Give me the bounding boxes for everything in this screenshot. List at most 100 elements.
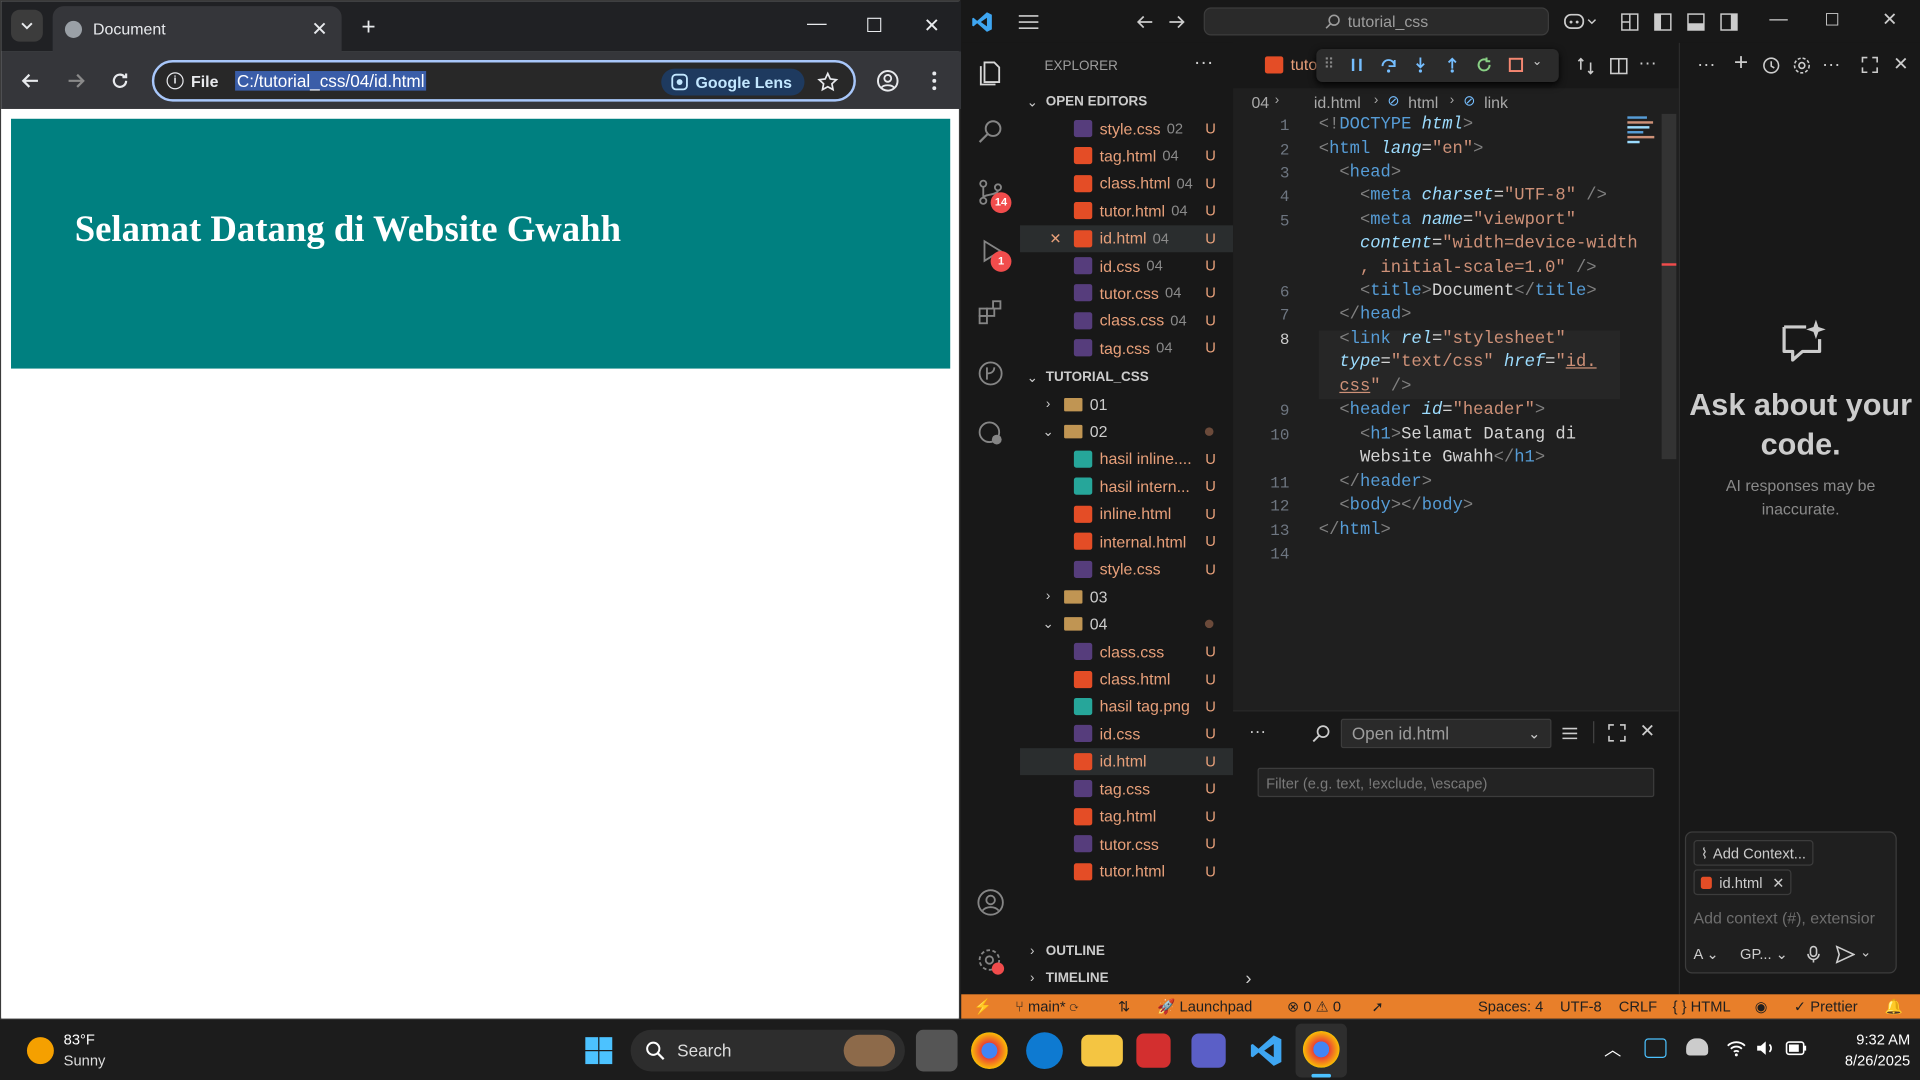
new-chat-icon[interactable]: + (1734, 49, 1748, 77)
notifications-bell-icon[interactable]: 🔔 (1885, 998, 1903, 1015)
chevron-right-icon[interactable]: › (1245, 969, 1251, 990)
cloud-sync-icon[interactable] (1686, 1038, 1709, 1056)
vs-minimize-button[interactable]: — (1769, 9, 1787, 30)
outline-header[interactable]: › OUTLINE (1020, 938, 1233, 965)
battery-icon[interactable] (1785, 1041, 1807, 1056)
copilot-icon[interactable] (1564, 11, 1598, 31)
google-lens-button[interactable]: Google Lens (661, 68, 805, 96)
file-row[interactable]: hasil intern... U (1020, 473, 1233, 500)
volume-icon[interactable] (1756, 1040, 1776, 1057)
file-row[interactable]: internal.html U (1020, 528, 1233, 555)
breadcrumb-folder[interactable]: 04 (1251, 93, 1269, 111)
folder-row[interactable]: › 03 (1020, 583, 1233, 610)
source-control-item[interactable]: 14 (961, 178, 1020, 215)
microphone-icon[interactable] (1806, 945, 1821, 963)
accounts-icon[interactable] (976, 888, 1005, 917)
maximize-panel-icon[interactable] (1608, 724, 1626, 742)
step-out-icon[interactable] (1444, 56, 1461, 73)
taskbar-search-box[interactable]: Search (630, 1029, 905, 1072)
clock-time[interactable]: 9:32 AM (1812, 1031, 1910, 1048)
step-over-icon[interactable] (1380, 56, 1397, 73)
open-editors-header[interactable]: ⌄ OPEN EDITORS (1020, 88, 1233, 115)
file-row[interactable]: tutor.html 04 U (1020, 197, 1233, 224)
file-row[interactable]: tutor.css 04 U (1020, 280, 1233, 307)
send-icon[interactable] (1835, 945, 1856, 964)
close-editor-icon[interactable]: ✕ (1049, 230, 1061, 247)
chevron-down-icon[interactable]: ⌄ (1860, 944, 1871, 960)
chat-input[interactable]: Add context (#), extensior (1693, 909, 1891, 927)
run-debug-item[interactable]: 1 (961, 236, 1020, 273)
problems-item[interactable]: ⊗ 0 ⚠ 0 (1287, 998, 1341, 1015)
remote-indicator-icon[interactable]: ⚡ (973, 998, 991, 1015)
file-row[interactable]: tag.css 04 U (1020, 335, 1233, 362)
clock-date[interactable]: 8/26/2025 (1812, 1052, 1910, 1069)
chrome-active-taskbar-item[interactable] (1295, 1023, 1347, 1078)
launchpad-item[interactable]: 🚀 Launchpad (1157, 998, 1252, 1015)
site-info-icon[interactable]: i (166, 72, 184, 90)
restart-icon[interactable] (1476, 56, 1493, 73)
close-chat-icon[interactable]: ✕ (1893, 53, 1908, 75)
file-row[interactable]: tag.css U (1020, 775, 1233, 802)
profile-icon[interactable] (876, 69, 900, 93)
explorer-more-icon[interactable]: ··· (1194, 53, 1214, 75)
compare-changes-icon[interactable] (1576, 56, 1596, 76)
customize-layout-icon[interactable] (1620, 12, 1640, 32)
back-icon[interactable] (18, 69, 42, 93)
menu-icon[interactable] (1018, 13, 1040, 30)
git-fetch-icon[interactable]: ⇅ (1118, 998, 1130, 1015)
drag-handle-icon[interactable]: ⠿ (1324, 55, 1335, 72)
folder-row[interactable]: ⌄ 02 (1020, 418, 1233, 445)
timeline-header[interactable]: › TIMELINE (1020, 965, 1233, 992)
folder-row[interactable]: ⌄ 04 (1020, 611, 1233, 638)
minimize-button[interactable]: — (798, 13, 835, 35)
context-chip[interactable]: id.html ✕ (1693, 869, 1792, 896)
weather-temp[interactable]: 83°F (64, 1031, 95, 1048)
toggle-sidebar-icon[interactable] (1653, 12, 1673, 32)
browser-tab-document[interactable]: Document ✕ (52, 6, 342, 52)
close-tab-icon[interactable]: ✕ (307, 17, 331, 41)
file-row[interactable]: id.html 04 U ✕ (1020, 224, 1234, 252)
file-row[interactable]: hasil inline.... U (1020, 446, 1233, 473)
edge-taskbar-icon[interactable] (1026, 1032, 1063, 1069)
add-context-button[interactable]: ⌇ Add Context... (1693, 840, 1814, 866)
word-wrap-icon[interactable] (1560, 724, 1580, 744)
file-row[interactable]: tag.html 04 U (1020, 143, 1233, 170)
language-mode-item[interactable]: { } HTML (1673, 998, 1731, 1015)
wps-office-icon[interactable] (1136, 1033, 1171, 1068)
split-editor-icon[interactable] (1609, 56, 1629, 76)
eol-item[interactable]: CRLF (1619, 998, 1657, 1015)
output-channel-select[interactable]: Open id.html ⌄ (1340, 718, 1552, 749)
file-row[interactable]: id.css U (1020, 720, 1233, 747)
file-row[interactable]: class.html U (1020, 666, 1233, 693)
folder-row[interactable]: › 01 (1020, 391, 1233, 418)
pause-icon[interactable] (1348, 56, 1365, 73)
vs-maximize-button[interactable]: ☐ (1825, 10, 1840, 31)
weather-sun-icon[interactable] (26, 1037, 54, 1065)
chrome-taskbar-icon[interactable] (971, 1032, 1008, 1069)
file-explorer-icon[interactable] (1081, 1034, 1123, 1067)
onedrive-icon[interactable] (1644, 1038, 1667, 1058)
breadcrumb-element-html[interactable]: html (1408, 93, 1438, 111)
copilot-status-icon[interactable]: ◉ (1755, 998, 1768, 1015)
step-into-icon[interactable] (1412, 56, 1429, 73)
git-graph-icon[interactable] (976, 359, 1005, 388)
close-window-button[interactable]: ✕ (913, 13, 950, 37)
panel-more-icon[interactable]: ··· (1249, 721, 1266, 741)
vscode-taskbar-icon[interactable] (1249, 1033, 1283, 1067)
filter-input[interactable]: Filter (e.g. text, !exclude, \escape) (1257, 767, 1655, 798)
settings-gear-icon[interactable] (1793, 56, 1811, 74)
history-icon[interactable] (1762, 56, 1780, 74)
forward-icon[interactable] (64, 69, 88, 93)
file-row[interactable]: tag.html U (1020, 803, 1233, 830)
editor-more-icon[interactable]: ··· (1638, 53, 1656, 74)
teams-icon[interactable] (1191, 1033, 1226, 1068)
file-row[interactable]: class.css U (1020, 638, 1233, 665)
live-share-icon[interactable]: ➚ (1371, 998, 1383, 1015)
file-row[interactable]: class.css 04 U (1020, 307, 1233, 334)
toggle-secondary-sidebar-icon[interactable] (1719, 12, 1739, 32)
minimap[interactable] (1627, 114, 1659, 153)
explorer-icon[interactable] (976, 59, 1005, 88)
chevron-down-icon[interactable]: ⌄ (1532, 55, 1542, 68)
chat-mode-picker[interactable]: A ⌄ (1693, 945, 1718, 962)
model-picker[interactable]: GP... ⌄ (1740, 945, 1788, 962)
